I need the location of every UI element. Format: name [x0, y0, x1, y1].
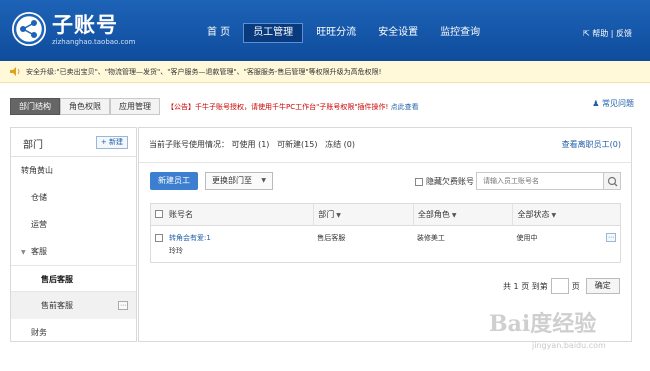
logo-subtitle: zizhanghao.taobao.com	[52, 38, 136, 46]
dept-item-root[interactable]: 转角黄山	[11, 157, 136, 184]
main-nav: 首 页 员工管理 旺旺分流 安全设置 监控查询	[198, 23, 493, 43]
cell-account: 转角会有爱:1 玲玲	[151, 226, 313, 262]
employee-table: 账号名 部门 ▼ 全部角色 ▼ 全部状态 ▼ 转角会有爱:1 玲玲 售后客服 装修美工…	[150, 203, 621, 263]
nav-security-settings[interactable]: 安全设置	[369, 23, 427, 43]
sub-tabs: 部门结构 角色权限 应用管理	[10, 98, 160, 115]
announcement-link[interactable]: 点此查看	[391, 103, 419, 111]
search-button[interactable]	[603, 172, 621, 190]
baidu-watermark: Bai度经验	[489, 311, 597, 337]
cell-status: 使用中	[516, 234, 538, 242]
dept-item-after-sales[interactable]: 售后客服	[11, 265, 136, 292]
select-all-checkbox[interactable]	[155, 210, 163, 218]
top-header: 子账号 zizhanghao.taobao.com 首 页 员工管理 旺旺分流 …	[0, 0, 650, 61]
page-number-input[interactable]	[550, 278, 569, 294]
table-header: 账号名 部门 ▼ 全部角色 ▼ 全部状态 ▼	[151, 204, 620, 226]
dept-item-customer-service[interactable]: ▼ 客服	[11, 238, 136, 265]
department-panel: 部门 + 新建 转角黄山 仓储 运营 ▼ 客服 售后客服 售前客服 ⋯ 财务	[10, 127, 137, 342]
chevron-down-icon: ▼	[551, 212, 557, 219]
row-checkbox[interactable]	[155, 234, 163, 242]
dept-edit-icon[interactable]: ⋯	[118, 301, 128, 310]
watermark-url: jingyan.baidu.com	[532, 341, 606, 350]
nav-employee-management[interactable]: 员工管理	[243, 23, 304, 43]
col-department-filter[interactable]: 部门 ▼	[313, 204, 413, 226]
faq-label: 常见问题	[602, 99, 634, 108]
feedback-link[interactable]: 反馈	[616, 29, 632, 38]
logo-title: 子账号	[52, 13, 118, 37]
chevron-down-icon: ▼	[451, 212, 457, 219]
chevron-down-icon: ▼	[261, 177, 266, 184]
checkbox[interactable]	[415, 177, 423, 186]
nav-monitor-query[interactable]: 监控查询	[431, 23, 489, 43]
row-more-icon[interactable]: ⋯	[606, 233, 616, 242]
usage-frozen: 冻结 (0)	[325, 140, 355, 149]
dept-item-pre-sales[interactable]: 售前客服 ⋯	[11, 292, 136, 319]
usage-summary: 当前子账号使用情况： 可使用 (1) 可新建(15) 冻结 (0)	[149, 140, 355, 149]
logo-icon	[12, 12, 46, 46]
tab-department-structure[interactable]: 部门结构	[10, 98, 60, 115]
employee-search-input[interactable]	[476, 172, 604, 190]
dept-item-operations[interactable]: 运营	[11, 211, 136, 238]
new-employee-button[interactable]: 新建员工	[150, 172, 198, 190]
chevron-down-icon: ▼	[336, 212, 341, 219]
new-department-button[interactable]: + 新建	[95, 136, 128, 149]
change-department-dropdown[interactable]: 更换部门至 ▼	[205, 172, 273, 190]
cell-department: 售后客服	[317, 234, 346, 242]
account-name-link[interactable]: 转角会有爱:1	[169, 233, 211, 243]
table-row: 转角会有爱:1 玲玲 售后客服 装修美工 使用中 ⋯	[151, 226, 620, 262]
help-link[interactable]: 帮助	[592, 29, 608, 38]
dept-item-finance[interactable]: 财务	[11, 319, 136, 346]
tab-role-permissions[interactable]: 角色权限	[60, 98, 110, 115]
department-header: 部门 + 新建	[11, 128, 136, 157]
notice-text: 安全升级:"已卖出宝贝"、"物流管理—发货"、"客户服务—退款管理"、"客服服务…	[26, 68, 382, 76]
nav-home[interactable]: 首 页	[198, 23, 239, 43]
divider	[139, 162, 631, 163]
hide-arrears-checkbox[interactable]: 隐藏欠费账号	[415, 176, 474, 187]
dept-item-warehouse[interactable]: 仓储	[11, 184, 136, 211]
notice-bar: 安全升级:"已卖出宝贝"、"物流管理—发货"、"客户服务—退款管理"、"客服服务…	[0, 61, 650, 83]
col-role-filter[interactable]: 全部角色 ▼	[412, 204, 513, 226]
usage-available: 可使用 (1)	[231, 140, 270, 149]
announcement: 【公告】千牛子账号授权，请使用千牛PC工作台"子账号权限"插件操作! 点此查看	[167, 102, 419, 112]
col-account: 账号名	[151, 204, 313, 226]
usage-creatable: 可新建(15)	[277, 140, 318, 149]
account-nickname: 玲玲	[169, 247, 183, 255]
help-icon: ⇱	[582, 29, 590, 38]
faq-link[interactable]: ♟ 常见问题	[592, 98, 634, 109]
view-departed-employees-link[interactable]: 查看离职员工(0)	[562, 139, 621, 150]
col-status-filter[interactable]: 全部状态 ▼	[512, 204, 620, 226]
cell-role: 装修美工	[416, 234, 445, 242]
announcement-text: 【公告】千牛子账号授权，请使用千牛PC工作台"子账号权限"插件操作!	[167, 103, 389, 111]
tab-app-management[interactable]: 应用管理	[110, 98, 160, 115]
pagination: 共 1 页 到第 页 确定	[503, 278, 620, 294]
help-links: ⇱ 帮助 | 反馈	[583, 28, 632, 39]
nav-wangwang-routing[interactable]: 旺旺分流	[307, 23, 365, 43]
speaker-icon	[10, 67, 20, 76]
department-title: 部门	[23, 140, 43, 151]
search-icon	[607, 176, 618, 187]
user-help-icon: ♟	[592, 99, 600, 108]
caret-down-icon[interactable]: ▼	[21, 239, 31, 266]
total-pages: 1	[513, 281, 519, 291]
go-page-button[interactable]: 确定	[585, 278, 620, 294]
